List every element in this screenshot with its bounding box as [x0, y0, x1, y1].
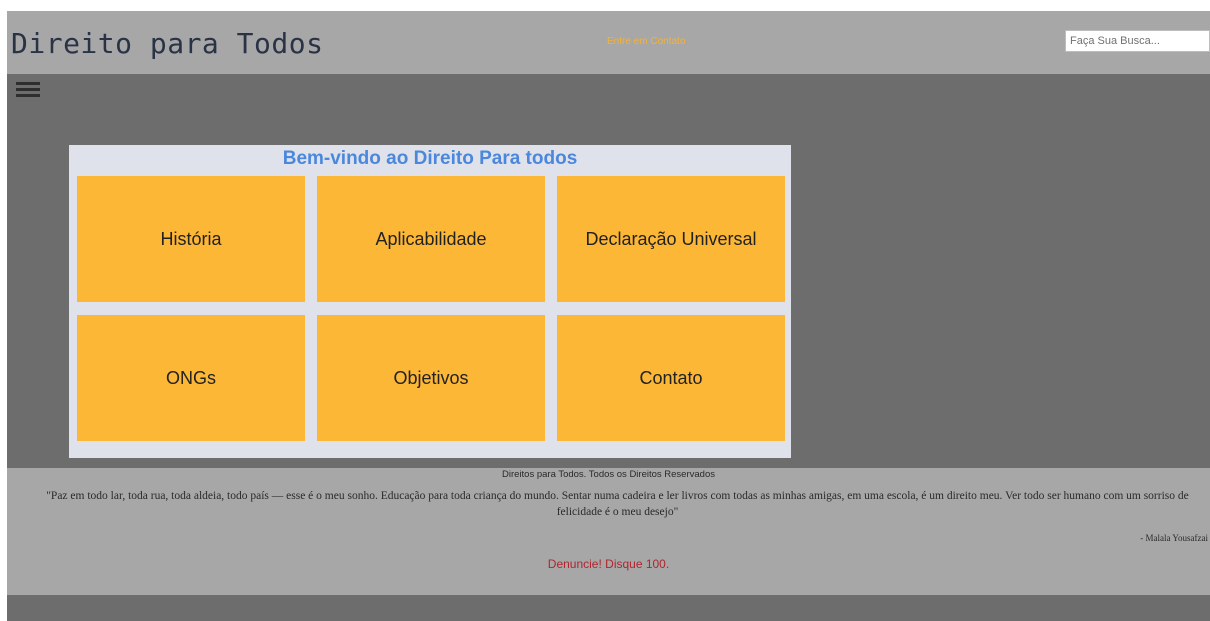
tile-ongs[interactable]: ONGs [77, 315, 305, 441]
tile-aplicabilidade[interactable]: Aplicabilidade [317, 176, 545, 302]
tile-historia[interactable]: História [77, 176, 305, 302]
site-title: Direito para Todos [11, 27, 324, 60]
quote-author: - Malala Yousafzai [1140, 533, 1208, 543]
search-input[interactable] [1065, 30, 1210, 52]
hamburger-menu-icon[interactable] [16, 82, 40, 98]
tile-contato[interactable]: Contato [557, 315, 785, 441]
tile-objetivos[interactable]: Objetivos [317, 315, 545, 441]
copyright-text: Direitos para Todos. Todos os Direitos R… [502, 469, 715, 480]
page: Direito para Todos Entre em Contato Bem-… [7, 11, 1210, 621]
menu-bar [16, 82, 40, 85]
hotline-text: Denuncie! Disque 100. [547, 557, 670, 571]
menu-bar [16, 88, 40, 91]
tile-declaracao-universal[interactable]: Declaração Universal [557, 176, 785, 302]
menu-bar [16, 94, 40, 97]
contact-link[interactable]: Entre em Contato [607, 36, 685, 47]
footer: Direitos para Todos. Todos os Direitos R… [7, 468, 1210, 595]
quote-text: "Paz em todo lar, toda rua, toda aldeia,… [46, 490, 1189, 518]
welcome-panel: Bem-vindo ao Direito Para todos História… [69, 145, 791, 458]
header: Direito para Todos Entre em Contato [7, 11, 1210, 74]
welcome-title: Bem-vindo ao Direito Para todos [282, 148, 578, 169]
